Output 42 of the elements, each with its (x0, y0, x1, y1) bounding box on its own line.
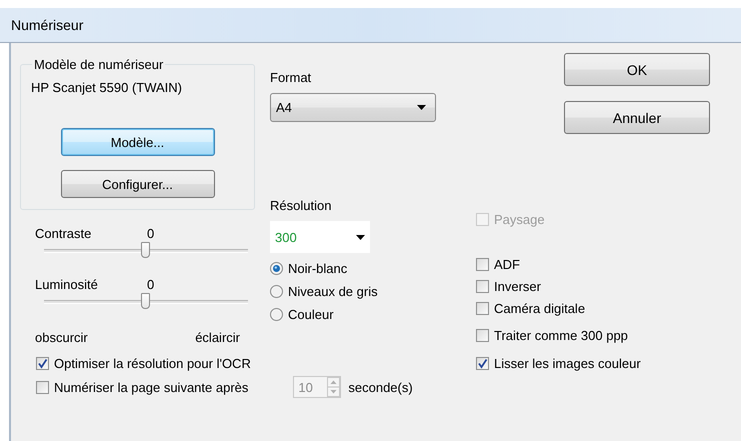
checkbox-label: Inverser (494, 279, 541, 294)
radio-button[interactable] (270, 262, 283, 275)
checkbox-label: Optimiser la résolution pour l'OCR (54, 356, 251, 371)
dialog-button[interactable]: OK (564, 53, 710, 86)
model-button[interactable]: Modèle... (60, 128, 214, 156)
resolution-dropdown[interactable]: 300 (270, 221, 370, 253)
checkbox[interactable] (476, 357, 489, 370)
checkbox-label: Paysage (494, 212, 545, 227)
scanner-model: HP Scanjet 5590 (TWAIN) (31, 80, 182, 95)
scale-min-label: obscurcir (35, 330, 88, 345)
checkbox[interactable] (476, 302, 489, 315)
checkbox[interactable] (476, 258, 489, 271)
checkbox[interactable] (476, 280, 489, 293)
slider-value: 0 (147, 226, 154, 241)
checkbox[interactable] (476, 329, 489, 342)
checkbox-label: Caméra digitale (494, 301, 586, 316)
group-title: Modèle de numériseur (33, 57, 164, 72)
format-label: Format (270, 70, 312, 85)
checkbox-label: Numériser la page suivante après (54, 380, 248, 394)
model-button[interactable]: Configurer... (60, 170, 214, 198)
checkbox[interactable] (36, 357, 49, 370)
checkbox-label: Lisser les images couleur (494, 356, 641, 371)
slider-value: 0 (147, 277, 154, 292)
dialog-button[interactable]: Annuler (564, 101, 710, 134)
radio-label: Couleur (288, 307, 334, 322)
radio-button[interactable] (270, 285, 283, 298)
slider-label: Luminosité (35, 277, 99, 292)
radio-button[interactable] (270, 308, 283, 321)
radio-label: Noir-blanc (288, 261, 348, 276)
slider-thumb[interactable] (141, 293, 150, 309)
radio-label: Niveaux de gris (288, 284, 378, 299)
caret-icon (356, 234, 365, 240)
checkbox-label: Traiter comme 300 ppp (494, 328, 628, 343)
resolution-label: Résolution (270, 198, 332, 213)
window-title: Numériseur (11, 17, 84, 33)
unit-label: seconde(s) (348, 380, 413, 394)
caret-icon (417, 105, 426, 110)
scale-max-label: éclaircir (195, 330, 240, 345)
slider-label: Contraste (35, 226, 92, 241)
checkbox-label: ADF (494, 257, 520, 272)
format-dropdown[interactable]: A4 (270, 93, 436, 122)
slider-thumb[interactable] (141, 242, 150, 258)
